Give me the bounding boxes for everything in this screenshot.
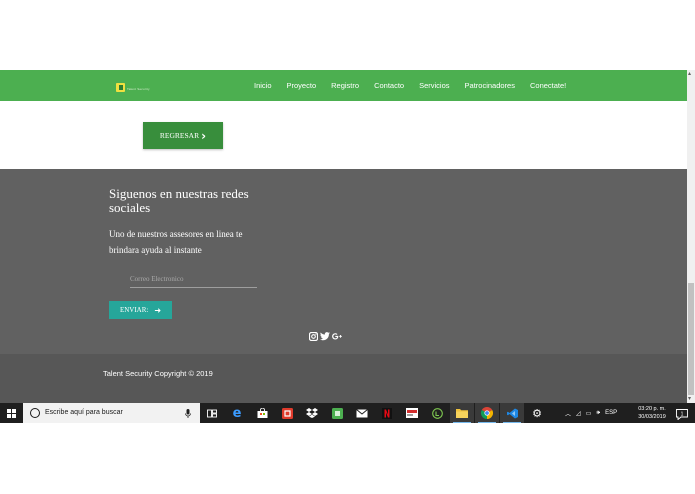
taskbar-app-green[interactable] [325, 403, 349, 423]
taskbar-app-store[interactable] [250, 403, 274, 423]
google-plus-icon[interactable] [332, 332, 342, 341]
scroll-up-icon[interactable]: ▴ [688, 71, 691, 77]
scrollbar-thumb[interactable] [688, 283, 694, 395]
logo-text: Talent Security [127, 87, 150, 91]
taskbar: Escribe aquí para buscar e ⚙ ︿ ◿ ▭ 🕪 ESP… [0, 403, 695, 423]
clock-time: 03:20 p. m. [638, 406, 666, 412]
back-button[interactable]: REGRESAR › [143, 122, 223, 149]
nav-link-proyecto[interactable]: Proyecto [287, 81, 317, 90]
taskbar-app-circle[interactable] [425, 403, 449, 423]
app-circle-icon [431, 407, 443, 419]
active-app-indicator [478, 421, 496, 423]
taskbar-app-edge[interactable]: e [225, 403, 249, 423]
app-red-icon [406, 408, 418, 418]
settings-icon: ⚙ [532, 406, 542, 420]
active-app-indicator [503, 421, 521, 423]
taskbar-search[interactable]: Escribe aquí para buscar [23, 403, 200, 423]
browser-viewport: Talent Security Inicio Proyecto Registro… [0, 70, 687, 403]
netflix-icon [382, 407, 392, 419]
chevron-right-icon: › [201, 128, 207, 143]
scroll-down-icon[interactable]: ▾ [688, 396, 691, 402]
dropbox-icon [306, 408, 318, 418]
nav-link-patrocinadores[interactable]: Patrocinadores [465, 81, 515, 90]
search-placeholder: Escribe aquí para buscar [45, 409, 123, 416]
notification-icon: 1 [676, 409, 688, 421]
vscode-icon [506, 408, 518, 418]
send-button-label: ENVIAR: [119, 306, 149, 314]
taskbar-app-netflix[interactable] [375, 403, 399, 423]
navbar: Talent Security Inicio Proyecto Registro… [0, 70, 687, 101]
footer-title: Siguenos en nuestras redes sociales [109, 186, 249, 215]
edge-icon: e [232, 405, 242, 421]
notification-center-button[interactable]: 1 [676, 407, 688, 425]
email-field[interactable] [130, 270, 257, 288]
nav-link-inicio[interactable]: Inicio [254, 81, 272, 90]
clock-date: 30/03/2019 [638, 414, 666, 420]
vertical-scrollbar[interactable]: ▴ ▾ [687, 70, 695, 403]
taskbar-app-dropbox[interactable] [300, 403, 324, 423]
back-button-label: REGRESAR [159, 131, 200, 140]
footer-description: Uno de nuestros assesores en linea te br… [109, 229, 243, 255]
taskbar-app-settings[interactable]: ⚙ [525, 403, 549, 423]
instagram-icon[interactable] [309, 332, 318, 341]
taskbar-app-mail[interactable] [350, 403, 374, 423]
copyright-bar: Talent Security Copyright © 2019 [0, 354, 687, 403]
app-green-icon [331, 407, 343, 419]
nav-link-contacto[interactable]: Contacto [374, 81, 404, 90]
start-button[interactable] [0, 403, 22, 423]
site-logo[interactable]: Talent Security [110, 83, 150, 93]
task-view-button[interactable] [200, 403, 224, 423]
network-icon[interactable]: ◿ [576, 410, 581, 417]
mail-icon [356, 408, 368, 417]
system-tray: ︿ ◿ ▭ 🕪 ESP [565, 403, 622, 423]
battery-icon[interactable]: ▭ [586, 410, 592, 417]
microphone-icon[interactable] [185, 409, 191, 418]
nav-link-registro[interactable]: Registro [331, 81, 359, 90]
windows-icon [6, 408, 16, 418]
volume-icon[interactable]: 🕪 [596, 410, 600, 417]
send-button[interactable]: ENVIAR: ➜ [109, 301, 172, 319]
nav-link-conectate[interactable]: Conectate! [530, 81, 566, 90]
nav-link-servicios[interactable]: Servicios [419, 81, 449, 90]
taskbar-app-red[interactable] [400, 403, 424, 423]
language-indicator[interactable]: ESP [605, 410, 617, 416]
active-app-indicator [453, 421, 471, 423]
taskbar-app-file-explorer[interactable] [450, 403, 474, 423]
office-icon [281, 407, 293, 419]
notification-count: 1 [681, 412, 684, 418]
twitter-icon[interactable] [320, 332, 330, 341]
cortana-icon [30, 408, 40, 418]
logo-mark-icon [116, 83, 125, 92]
taskbar-app-chrome[interactable] [475, 403, 499, 423]
social-icons [309, 332, 344, 341]
file-explorer-icon [456, 409, 468, 418]
store-icon [257, 408, 267, 418]
footer: Siguenos en nuestras redes sociales Uno … [0, 169, 687, 354]
task-view-icon [207, 409, 217, 417]
chevron-up-icon[interactable]: ︿ [565, 409, 571, 418]
main-content: REGRESAR › [0, 101, 687, 169]
screen: Talent Security Inicio Proyecto Registro… [0, 0, 695, 494]
sign-in-icon: ➜ [154, 305, 162, 315]
chrome-icon [481, 407, 493, 419]
nav-links: Inicio Proyecto Registro Contacto Servic… [254, 70, 581, 101]
copyright-text: Talent Security Copyright © 2019 [103, 369, 213, 378]
taskbar-app-vscode[interactable] [500, 403, 524, 423]
taskbar-clock[interactable]: 03:20 p. m. 30/03/2019 [632, 405, 672, 421]
taskbar-app-office[interactable] [275, 403, 299, 423]
